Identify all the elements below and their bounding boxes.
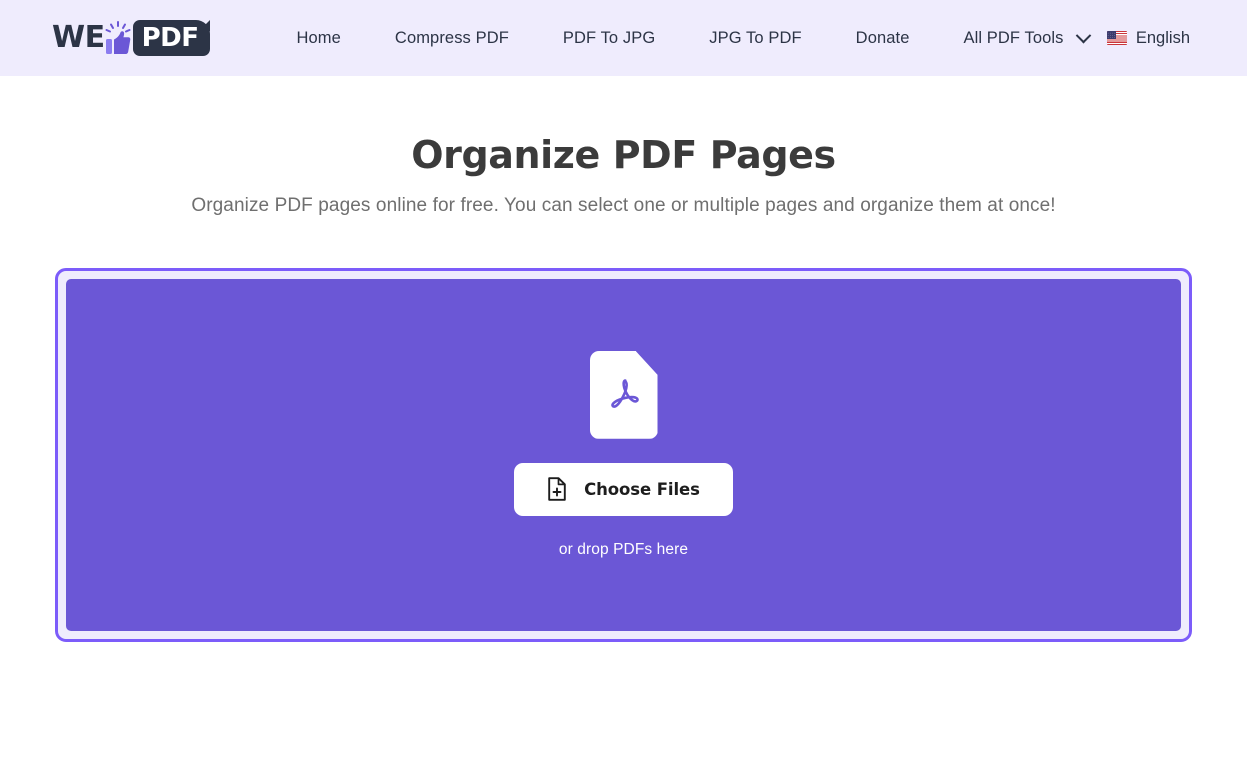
chevron-down-icon — [1075, 27, 1091, 43]
page-subtitle: Organize PDF pages online for free. You … — [191, 194, 1056, 216]
logo-pdf-badge: PDF — [132, 20, 210, 56]
language-selector[interactable]: English — [1106, 28, 1190, 48]
file-plus-icon — [547, 477, 567, 501]
logo-text-we: WE — [52, 20, 105, 55]
main-navigation: Home Compress PDF PDF To JPG JPG To PDF … — [270, 27, 1116, 48]
site-header: WE PDF Home Compress PDF PDF To JPG JPG … — [0, 0, 1247, 76]
nav-item-all-pdf-tools-label: All PDF Tools — [963, 28, 1064, 47]
nav-item-pdf-to-jpg[interactable]: PDF To JPG — [536, 29, 682, 48]
page-title: Organize PDF Pages — [411, 133, 836, 177]
thumbs-up-icon — [105, 21, 131, 55]
us-flag-icon — [1106, 31, 1127, 45]
drop-hint-text: or drop PDFs here — [558, 540, 689, 558]
nav-item-donate[interactable]: Donate — [829, 29, 937, 48]
logo-text-pdf: PDF — [141, 23, 199, 53]
file-dropzone[interactable]: Choose Files or drop PDFs here — [55, 267, 1192, 642]
file-dropzone-inner[interactable]: Choose Files or drop PDFs here — [66, 278, 1181, 631]
nav-item-all-pdf-tools[interactable]: All PDF Tools — [936, 27, 1115, 48]
nav-item-compress-pdf[interactable]: Compress PDF — [368, 29, 536, 48]
nav-item-jpg-to-pdf[interactable]: JPG To PDF — [682, 29, 828, 48]
nav-item-home[interactable]: Home — [270, 29, 368, 48]
main-content: Organize PDF Pages Organize PDF pages on… — [0, 76, 1247, 642]
pdf-file-icon — [589, 350, 658, 439]
choose-files-button[interactable]: Choose Files — [514, 462, 733, 516]
choose-files-label: Choose Files — [584, 479, 700, 499]
language-label: English — [1135, 28, 1190, 47]
logo[interactable]: WE PDF — [52, 16, 210, 60]
